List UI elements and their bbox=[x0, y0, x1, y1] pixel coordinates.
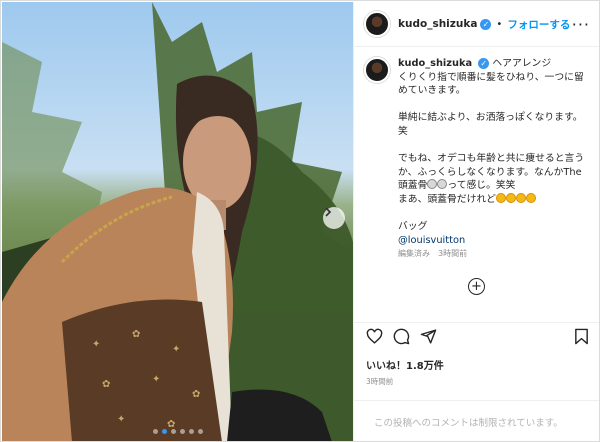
verified-icon: ✓ bbox=[478, 58, 490, 69]
svg-text:✦: ✦ bbox=[172, 344, 180, 355]
caption-line: ヘアアレンジ bbox=[492, 58, 552, 69]
caption-line: まあ、頭蓋骨だけれど bbox=[398, 193, 496, 205]
skull-emoji-icon bbox=[427, 179, 438, 190]
avatar[interactable] bbox=[364, 11, 390, 37]
svg-text:✦: ✦ bbox=[117, 414, 125, 425]
svg-text:✦: ✦ bbox=[92, 339, 100, 350]
next-photo-button[interactable] bbox=[323, 207, 345, 229]
share-button[interactable] bbox=[420, 328, 437, 345]
caption-meta: 編集済み 3時間前 bbox=[398, 247, 588, 261]
svg-text:✿: ✿ bbox=[132, 329, 140, 340]
edited-label: 編集済み bbox=[398, 249, 430, 259]
share-icon bbox=[420, 329, 437, 344]
caption-line: くりくり指で順番に髪をひねり、一つに留めていきます。 bbox=[398, 71, 584, 97]
post-side-panel: kudo_shizuka ✓ • フォローする ··· kudo_shizuka… bbox=[353, 2, 599, 441]
photo-illustration: ✦✿✦ ✿ ✦✿ ✦ ✿ bbox=[2, 2, 353, 441]
caption-username[interactable]: kudo_shizuka bbox=[398, 58, 472, 69]
likes-count[interactable]: いいね！1.8万件 bbox=[366, 357, 444, 372]
caption-line: 単純に結ぶより、お洒落っぽくなります。笑 bbox=[398, 112, 583, 137]
caption-time: 3時間前 bbox=[438, 249, 468, 259]
svg-text:✦: ✦ bbox=[152, 374, 160, 385]
carousel-dot bbox=[179, 429, 185, 434]
caption-line: バッグ bbox=[398, 221, 428, 233]
bookmark-icon bbox=[575, 328, 588, 345]
mention-link[interactable]: @louisvuitton bbox=[398, 235, 465, 246]
laughing-emoji-icon bbox=[525, 192, 536, 203]
laughing-emoji-icon bbox=[505, 192, 516, 203]
carousel-indicator bbox=[2, 429, 353, 434]
more-options-icon[interactable]: ··· bbox=[572, 15, 590, 34]
carousel-dot bbox=[170, 429, 176, 434]
heart-icon bbox=[366, 328, 383, 344]
follow-button[interactable]: フォローする bbox=[507, 17, 570, 32]
like-button[interactable] bbox=[366, 328, 383, 345]
carousel-dot bbox=[188, 429, 194, 434]
svg-text:✿: ✿ bbox=[102, 379, 110, 390]
caption-section: kudo_shizuka ✓ ヘアアレンジ くりくり指で順番に髪をひねり、一つに… bbox=[354, 47, 599, 305]
carousel-dot bbox=[152, 429, 158, 434]
header-separator: • bbox=[496, 18, 503, 30]
post-time: 3時間前 bbox=[366, 377, 394, 386]
comments-restricted-notice: この投稿へのコメントは制限されています。 bbox=[354, 400, 599, 441]
carousel-dot bbox=[197, 429, 203, 434]
header-username[interactable]: kudo_shizuka bbox=[398, 18, 477, 30]
action-bar bbox=[354, 322, 599, 350]
comment-button[interactable] bbox=[393, 328, 410, 345]
svg-text:✿: ✿ bbox=[192, 389, 200, 400]
carousel-dot-active bbox=[161, 429, 167, 434]
laughing-emoji-icon bbox=[495, 192, 506, 203]
caption-text: kudo_shizuka ✓ ヘアアレンジ くりくり指で順番に髪をひねり、一つに… bbox=[398, 57, 588, 305]
save-button[interactable] bbox=[574, 328, 589, 345]
comment-icon bbox=[393, 328, 410, 345]
instagram-post: ✦ ✿ ✦ ✿ ✦ ✿ ✦ ✿ kudo_shizuka ✓ • フォローする … bbox=[0, 0, 600, 442]
verified-icon: ✓ bbox=[480, 18, 492, 30]
post-photo[interactable]: ✦ ✿ ✦ ✿ ✦ ✿ ✦ ✿ bbox=[2, 2, 353, 441]
laughing-emoji-icon bbox=[515, 192, 526, 203]
view-replies-button[interactable]: + bbox=[468, 278, 485, 295]
caption-line: って感じ。笑笑 bbox=[447, 180, 516, 192]
skull-emoji-icon bbox=[437, 179, 448, 190]
chevron-right-icon bbox=[325, 207, 332, 217]
caption-avatar[interactable] bbox=[364, 57, 390, 83]
post-header: kudo_shizuka ✓ • フォローする ··· bbox=[354, 2, 599, 47]
